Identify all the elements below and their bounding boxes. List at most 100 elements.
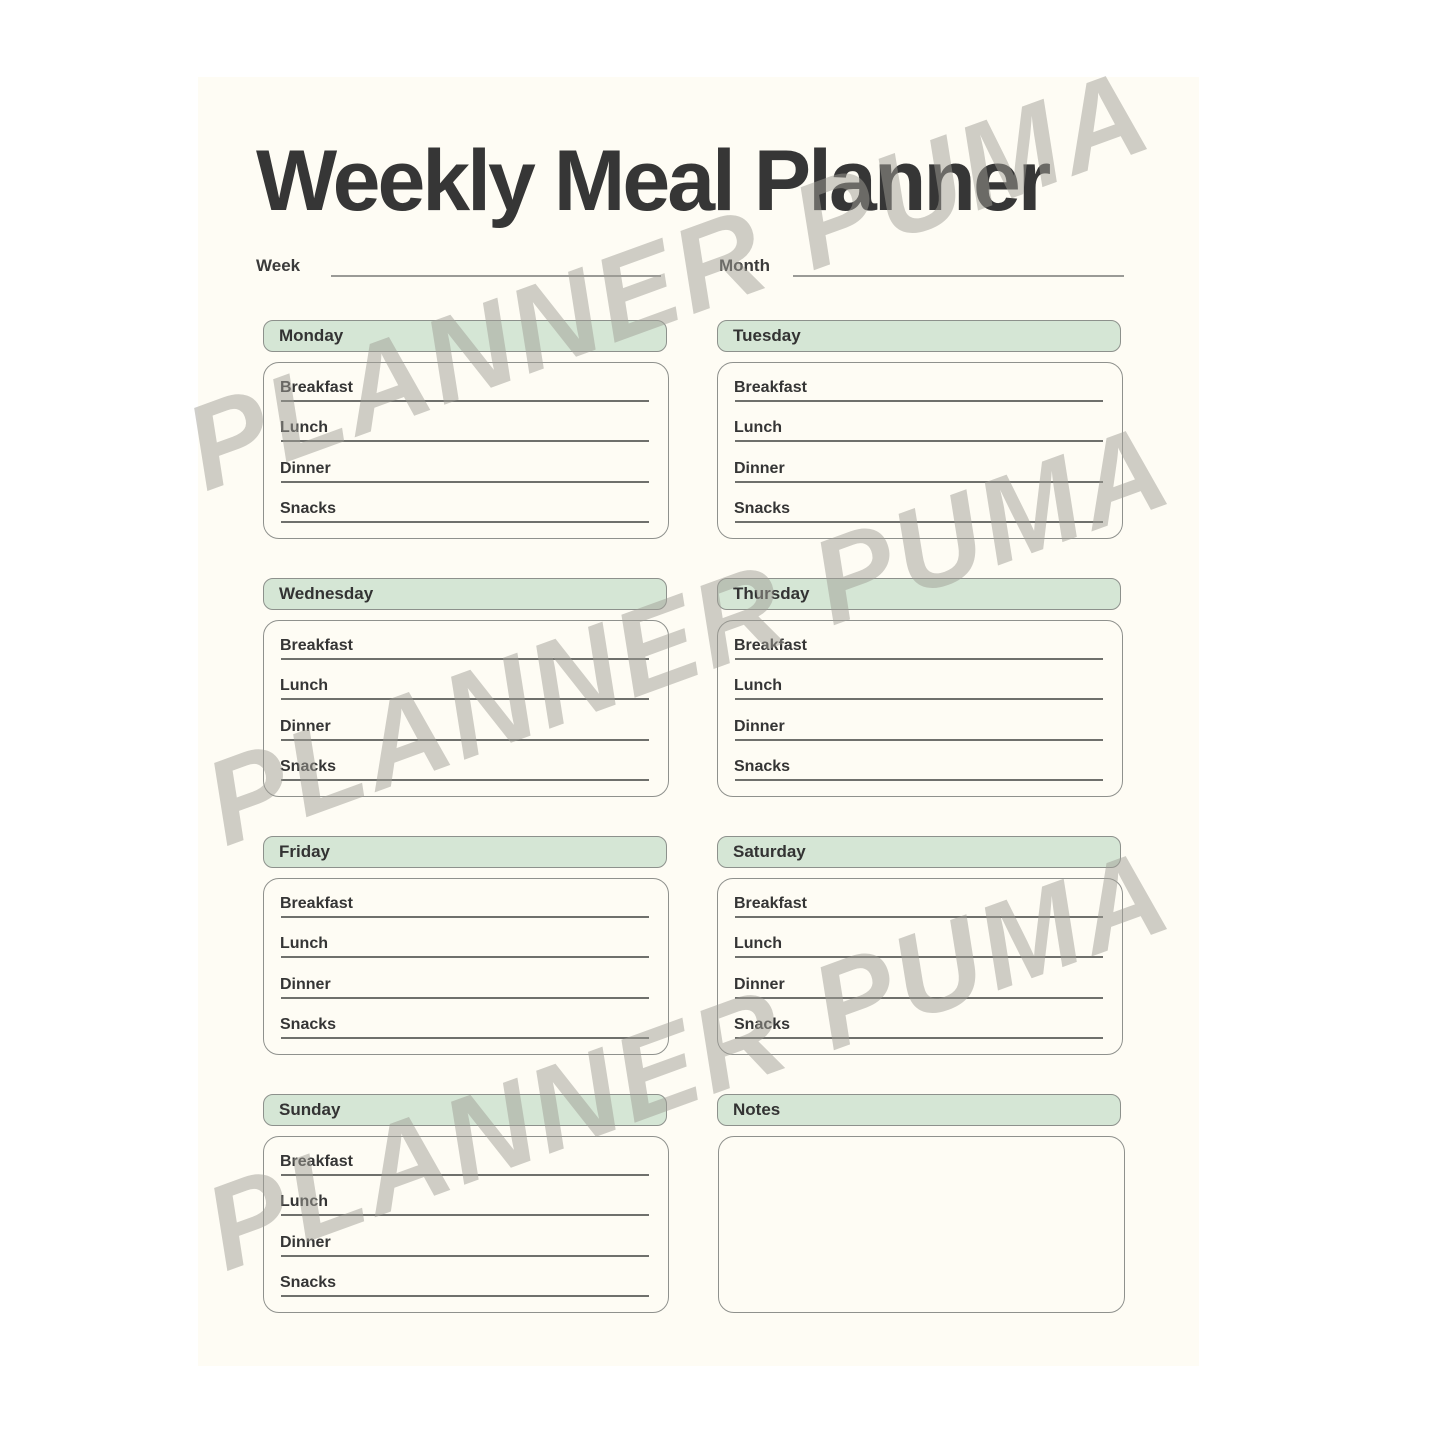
meal-label: Snacks xyxy=(280,758,337,775)
day-name: Sunday xyxy=(279,1100,341,1119)
meal-input-line[interactable] xyxy=(281,658,649,660)
meal-label: Breakfast xyxy=(280,1153,353,1170)
meal-input-line[interactable] xyxy=(281,916,649,918)
meal-row-lunch: Lunch xyxy=(280,935,652,975)
meal-row-dinner: Dinner xyxy=(734,976,1106,1016)
meal-row-dinner: Dinner xyxy=(280,976,652,1016)
meal-row-breakfast: Breakfast xyxy=(734,895,1106,935)
month-input-line[interactable] xyxy=(793,275,1124,277)
meal-input-line[interactable] xyxy=(281,1214,649,1216)
meal-row-snacks: Snacks xyxy=(280,1016,652,1056)
meal-input-line[interactable] xyxy=(735,400,1103,402)
meal-row-snacks: Snacks xyxy=(734,758,1106,798)
day-header-tuesday: Tuesday xyxy=(717,320,1121,352)
notes-area[interactable] xyxy=(718,1136,1125,1313)
meal-row-lunch: Lunch xyxy=(734,935,1106,975)
day-card-friday: Breakfast Lunch Dinner Snacks xyxy=(263,878,669,1055)
meal-label: Snacks xyxy=(280,1274,337,1291)
meal-input-line[interactable] xyxy=(281,481,649,483)
meal-input-line[interactable] xyxy=(281,779,649,781)
meal-row-lunch: Lunch xyxy=(734,419,1106,459)
meal-input-line[interactable] xyxy=(281,698,649,700)
meal-label: Lunch xyxy=(280,935,328,952)
meal-input-line[interactable] xyxy=(735,956,1103,958)
meal-input-line[interactable] xyxy=(735,916,1103,918)
meal-input-line[interactable] xyxy=(735,481,1103,483)
meal-row-breakfast: Breakfast xyxy=(280,379,652,419)
meal-input-line[interactable] xyxy=(735,997,1103,999)
day-name: Wednesday xyxy=(279,584,374,603)
meal-label: Dinner xyxy=(280,976,331,993)
meal-label: Breakfast xyxy=(734,379,807,396)
meal-row-dinner: Dinner xyxy=(280,460,652,500)
meal-input-line[interactable] xyxy=(735,779,1103,781)
notes-header: Notes xyxy=(717,1094,1121,1126)
meal-input-line[interactable] xyxy=(281,1037,649,1039)
meal-label: Snacks xyxy=(734,758,791,775)
meal-label: Breakfast xyxy=(734,637,807,654)
meal-input-line[interactable] xyxy=(281,400,649,402)
day-card-wednesday: Breakfast Lunch Dinner Snacks xyxy=(263,620,669,797)
meal-row-snacks: Snacks xyxy=(734,1016,1106,1056)
meal-input-line[interactable] xyxy=(281,1255,649,1257)
meal-row-dinner: Dinner xyxy=(280,718,652,758)
meal-input-line[interactable] xyxy=(735,1037,1103,1039)
meal-row-breakfast: Breakfast xyxy=(280,895,652,935)
meal-label: Dinner xyxy=(280,718,331,735)
meal-row-lunch: Lunch xyxy=(280,1193,652,1233)
meal-label: Snacks xyxy=(280,500,337,517)
meal-label: Snacks xyxy=(734,1016,791,1033)
meal-input-line[interactable] xyxy=(281,739,649,741)
meal-label: Snacks xyxy=(280,1016,337,1033)
meal-input-line[interactable] xyxy=(735,521,1103,523)
meal-input-line[interactable] xyxy=(735,739,1103,741)
meal-label: Breakfast xyxy=(280,637,353,654)
day-card-tuesday: Breakfast Lunch Dinner Snacks xyxy=(717,362,1123,539)
day-card-monday: Breakfast Lunch Dinner Snacks xyxy=(263,362,669,539)
day-card-thursday: Breakfast Lunch Dinner Snacks xyxy=(717,620,1123,797)
meal-label: Lunch xyxy=(734,419,782,436)
meal-row-snacks: Snacks xyxy=(280,1274,652,1314)
meal-label: Dinner xyxy=(280,460,331,477)
notes-label: Notes xyxy=(733,1100,781,1119)
day-header-saturday: Saturday xyxy=(717,836,1121,868)
day-card-saturday: Breakfast Lunch Dinner Snacks xyxy=(717,878,1123,1055)
meal-row-breakfast: Breakfast xyxy=(734,379,1106,419)
meal-row-snacks: Snacks xyxy=(280,500,652,540)
meal-row-lunch: Lunch xyxy=(280,677,652,717)
meal-label: Dinner xyxy=(734,976,785,993)
meal-label: Breakfast xyxy=(734,895,807,912)
day-header-friday: Friday xyxy=(263,836,667,868)
meal-input-line[interactable] xyxy=(735,658,1103,660)
meal-label: Lunch xyxy=(280,677,328,694)
meal-label: Lunch xyxy=(280,1193,328,1210)
meal-row-breakfast: Breakfast xyxy=(280,1153,652,1193)
page-title: Weekly Meal Planner xyxy=(256,133,1051,229)
day-name: Tuesday xyxy=(733,326,801,345)
meal-label: Lunch xyxy=(734,677,782,694)
meal-input-line[interactable] xyxy=(281,956,649,958)
day-name: Thursday xyxy=(733,584,810,603)
week-input-line[interactable] xyxy=(331,275,661,277)
meal-row-dinner: Dinner xyxy=(734,718,1106,758)
meal-row-snacks: Snacks xyxy=(280,758,652,798)
meal-label: Breakfast xyxy=(280,379,353,396)
meal-input-line[interactable] xyxy=(735,698,1103,700)
meal-row-lunch: Lunch xyxy=(734,677,1106,717)
day-card-sunday: Breakfast Lunch Dinner Snacks xyxy=(263,1136,669,1313)
day-name: Saturday xyxy=(733,842,806,861)
meal-input-line[interactable] xyxy=(281,521,649,523)
day-header-sunday: Sunday xyxy=(263,1094,667,1126)
meal-label: Lunch xyxy=(734,935,782,952)
meal-row-breakfast: Breakfast xyxy=(734,637,1106,677)
meal-input-line[interactable] xyxy=(735,440,1103,442)
meal-label: Breakfast xyxy=(280,895,353,912)
day-header-monday: Monday xyxy=(263,320,667,352)
meal-input-line[interactable] xyxy=(281,1174,649,1176)
meal-row-dinner: Dinner xyxy=(280,1234,652,1274)
month-label: Month xyxy=(719,256,770,275)
meal-input-line[interactable] xyxy=(281,997,649,999)
meal-label: Lunch xyxy=(280,419,328,436)
meal-input-line[interactable] xyxy=(281,1295,649,1297)
meal-input-line[interactable] xyxy=(281,440,649,442)
